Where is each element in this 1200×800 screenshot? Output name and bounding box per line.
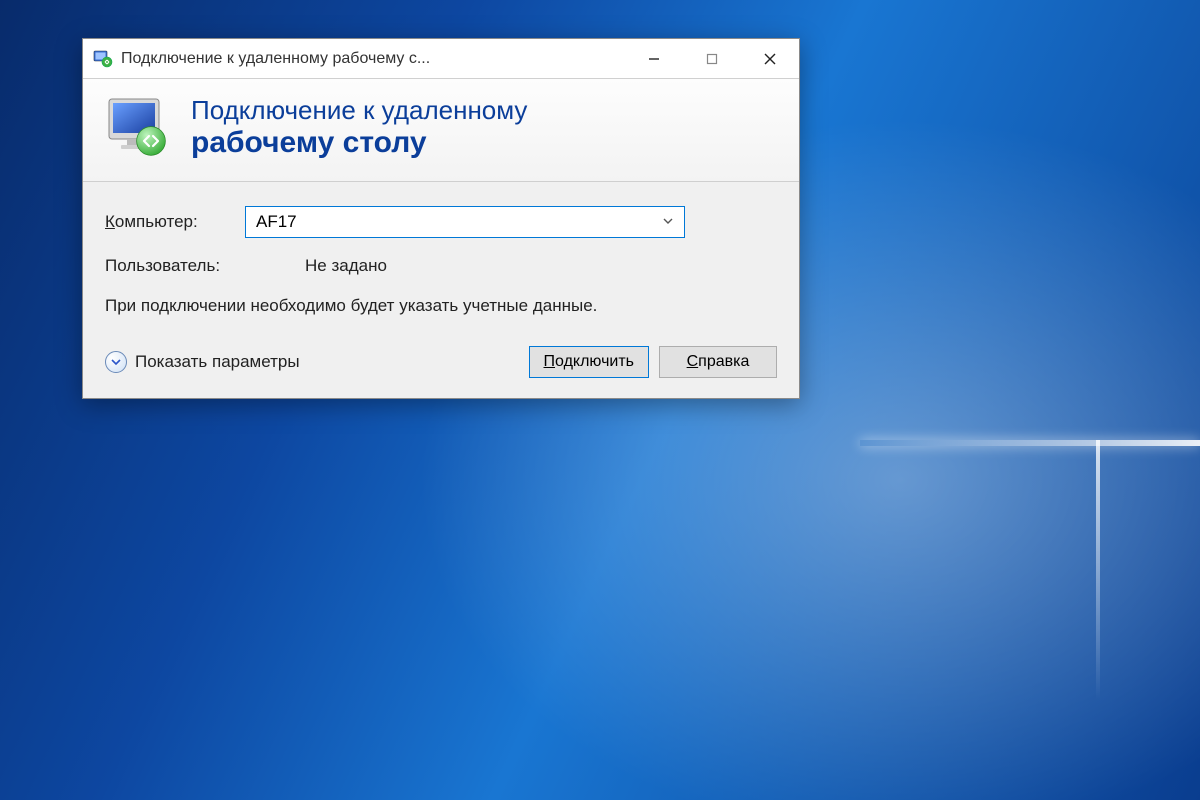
banner-line1: Подключение к удаленному bbox=[191, 96, 527, 126]
dialog-body: Компьютер: Пользователь: Не задано При п… bbox=[83, 182, 799, 398]
close-button[interactable] bbox=[741, 39, 799, 78]
chevron-down-icon[interactable] bbox=[658, 215, 678, 230]
maximize-button[interactable] bbox=[683, 39, 741, 78]
credentials-hint: При подключении необходимо будет указать… bbox=[105, 294, 635, 318]
window-title: Подключение к удаленному рабочему с... bbox=[121, 50, 625, 68]
rdp-monitor-icon bbox=[103, 93, 173, 163]
user-row: Пользователь: Не задано bbox=[105, 256, 777, 276]
user-label: Пользователь: bbox=[105, 256, 275, 276]
footer-row: Показать параметры Подключить Справка bbox=[105, 346, 777, 378]
computer-label: Компьютер: bbox=[105, 212, 245, 232]
app-icon bbox=[93, 49, 113, 69]
light-beam bbox=[860, 440, 1200, 446]
user-value: Не задано bbox=[305, 256, 387, 276]
expand-chevron-icon bbox=[105, 351, 127, 373]
banner-text: Подключение к удаленному рабочему столу bbox=[191, 96, 527, 160]
rdp-window: Подключение к удаленному рабочему с... bbox=[82, 38, 800, 399]
show-options-toggle[interactable]: Показать параметры bbox=[105, 351, 300, 373]
banner: Подключение к удаленному рабочему столу bbox=[83, 79, 799, 182]
help-button[interactable]: Справка bbox=[659, 346, 777, 378]
button-group: Подключить Справка bbox=[529, 346, 777, 378]
light-beam-vertical bbox=[1096, 440, 1100, 700]
window-controls bbox=[625, 39, 799, 78]
computer-row: Компьютер: bbox=[105, 206, 777, 238]
computer-combobox[interactable] bbox=[245, 206, 685, 238]
minimize-button[interactable] bbox=[625, 39, 683, 78]
computer-input[interactable] bbox=[256, 212, 658, 232]
titlebar[interactable]: Подключение к удаленному рабочему с... bbox=[83, 39, 799, 79]
connect-button[interactable]: Подключить bbox=[529, 346, 649, 378]
banner-line2: рабочему столу bbox=[191, 126, 527, 161]
